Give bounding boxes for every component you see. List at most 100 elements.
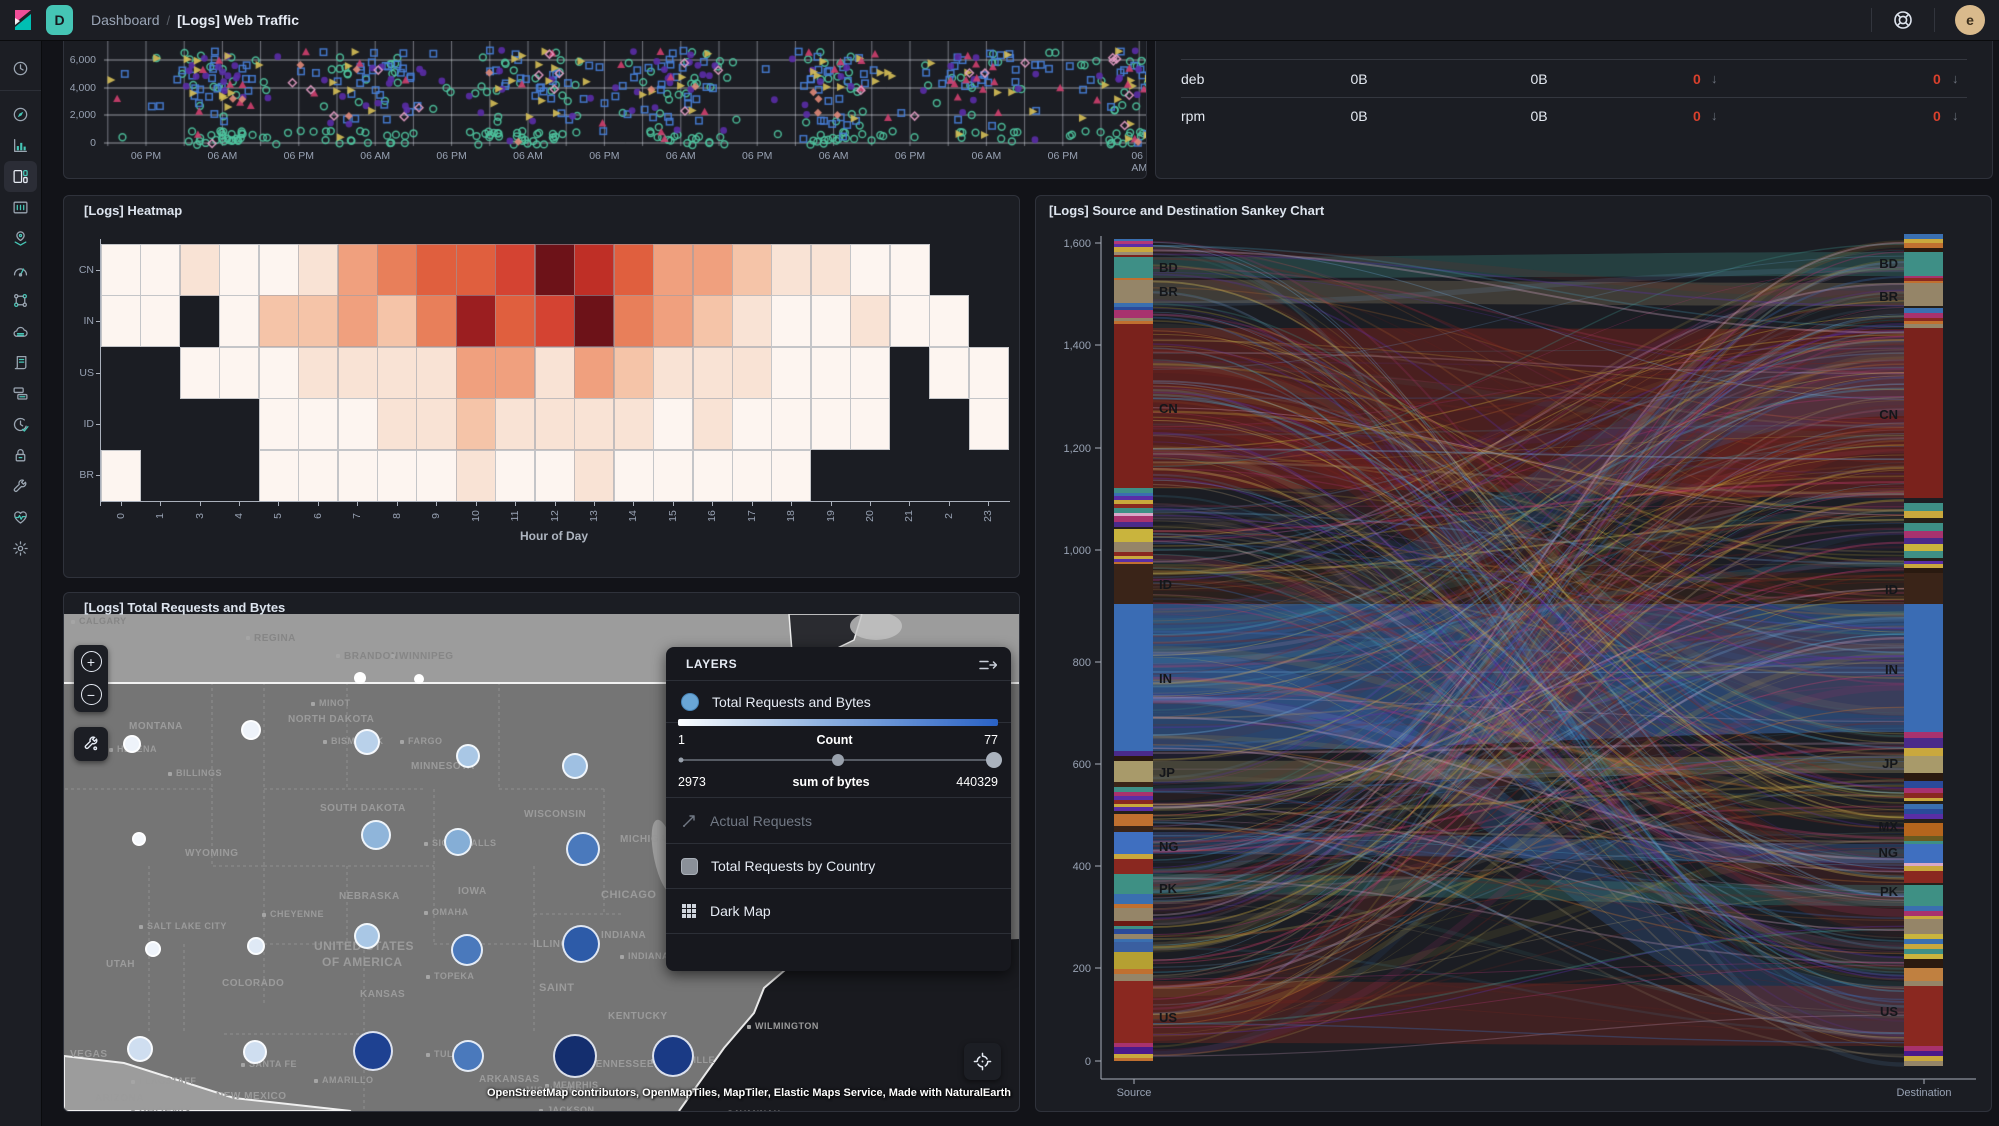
sankey-source-node[interactable] [1114,527,1153,529]
sidebar-item-dev-tools[interactable] [4,471,37,502]
sankey-dest-node[interactable] [1904,906,1943,911]
sankey-dest-node[interactable] [1904,281,1943,283]
sankey-dest-node[interactable] [1904,986,1943,1046]
sankey-dest-node[interactable] [1904,919,1943,934]
sankey-source-node[interactable] [1114,488,1153,493]
sidebar-item-security[interactable] [4,440,37,471]
sankey-dest-node[interactable] [1904,788,1943,793]
sankey-source-node[interactable] [1114,556,1153,559]
sankey-source-node[interactable] [1114,761,1153,782]
sankey-dest-node[interactable] [1904,871,1943,883]
map-data-circle[interactable] [414,674,424,684]
sankey-dest-node[interactable] [1904,781,1943,788]
sankey-dest-node[interactable] [1904,248,1943,252]
sankey-source-node[interactable] [1114,280,1153,303]
sankey-source-node[interactable] [1114,559,1153,562]
sankey-source-node[interactable] [1114,926,1153,929]
map-data-circle[interactable] [243,1040,267,1064]
sankey-dest-node[interactable] [1904,511,1943,518]
sankey-source-node[interactable] [1114,241,1153,244]
map-data-circle[interactable] [456,744,480,768]
help-icon[interactable] [1892,9,1914,31]
map-data-circle[interactable] [127,1036,153,1062]
sankey-source-node[interactable] [1114,929,1153,934]
sankey-source-node[interactable] [1114,278,1153,280]
sankey-dest-node[interactable] [1904,306,1943,308]
sankey-dest-node[interactable] [1904,804,1943,809]
sort-down-icon[interactable]: ↓ [1711,71,1718,86]
sankey-source-node[interactable] [1114,854,1153,859]
sankey-dest-node[interactable] [1904,732,1943,738]
sankey-source-node[interactable] [1114,552,1153,556]
map-data-circle[interactable] [145,941,161,957]
map-data-circle[interactable] [354,923,380,949]
sankey-source-node[interactable] [1114,513,1153,516]
sankey-dest-node[interactable] [1904,1051,1943,1056]
sankey-dest-node[interactable] [1904,885,1943,906]
sankey-source-node[interactable] [1114,787,1153,792]
sidebar-item-uptime[interactable] [4,409,37,440]
sidebar-item-maps[interactable] [4,223,37,254]
layer-item-actual-requests[interactable]: Actual Requests [666,798,1011,843]
sankey-source-node[interactable] [1114,811,1153,814]
sankey-source-node[interactable] [1114,969,1153,974]
sankey-source-node[interactable] [1114,904,1153,908]
sankey-dest-node[interactable] [1904,863,1943,866]
sankey-dest-node[interactable] [1904,551,1943,558]
slider-handle-mid[interactable] [832,754,844,766]
sidebar-item-metrics[interactable] [4,316,37,347]
sankey-dest-node[interactable] [1904,503,1943,511]
sankey-source-node[interactable] [1114,1054,1153,1058]
sankey-dest-node[interactable] [1904,324,1943,328]
sankey-dest-node[interactable] [1904,844,1943,863]
sankey-dest-node[interactable] [1904,798,1943,801]
sankey-source-node[interactable] [1114,796,1153,800]
sankey-source-node[interactable] [1114,542,1153,552]
sankey-source-node[interactable] [1114,792,1153,796]
sankey-source-node[interactable] [1114,921,1153,926]
sankey-dest-node[interactable] [1904,239,1943,243]
sankey-dest-node[interactable] [1904,934,1943,939]
sankey-source-node[interactable] [1114,318,1153,321]
sankey-source-node[interactable] [1114,974,1153,981]
user-avatar[interactable]: e [1955,5,1985,35]
map-data-circle[interactable] [247,937,265,955]
map-data-circle[interactable] [451,934,483,966]
sankey-source-node[interactable] [1114,934,1153,939]
sankey-dest-node[interactable] [1904,911,1943,916]
sidebar-item-recently-viewed[interactable] [4,53,37,84]
sankey-source-node[interactable] [1114,1043,1153,1047]
map-data-circle[interactable] [354,729,380,755]
map-data-circle[interactable] [553,1034,597,1078]
sankey-source-node[interactable] [1114,1058,1153,1061]
sankey-dest-node[interactable] [1904,568,1943,573]
space-badge[interactable]: D [46,5,73,35]
sankey-dest-node[interactable] [1904,738,1943,748]
map-data-circle[interactable] [353,1031,393,1071]
sankey-dest-node[interactable] [1904,328,1943,498]
sankey-dest-node[interactable] [1904,916,1943,919]
sankey-source-node[interactable] [1114,751,1153,756]
sankey-source-node[interactable] [1114,247,1153,252]
sankey-dest-node[interactable] [1904,819,1943,823]
sankey-source-node[interactable] [1114,908,1153,921]
sankey-dest-node[interactable] [1904,604,1943,732]
sankey-source-node[interactable] [1114,516,1153,522]
collapse-panel-icon[interactable] [979,658,997,672]
map-data-circle[interactable] [566,832,600,866]
sankey-source-node[interactable] [1114,1047,1153,1054]
sankey-dest-node[interactable] [1904,1056,1943,1061]
breadcrumb-root[interactable]: Dashboard [91,12,160,28]
sankey-dest-node[interactable] [1904,954,1943,959]
sankey-source-node[interactable] [1114,564,1153,604]
sankey-source-node[interactable] [1114,508,1153,513]
sidebar-item-machine-learning[interactable] [4,254,37,285]
sankey-dest-node[interactable] [1904,793,1943,798]
sankey-source-node[interactable] [1114,804,1153,807]
sankey-dest-node[interactable] [1904,944,1943,949]
sidebar-item-dashboard[interactable] [4,161,37,192]
sankey-dest-node[interactable] [1904,561,1943,564]
map-data-circle[interactable] [652,1035,694,1077]
sidebar-item-logs[interactable] [4,347,37,378]
sankey-source-node[interactable] [1114,257,1153,278]
